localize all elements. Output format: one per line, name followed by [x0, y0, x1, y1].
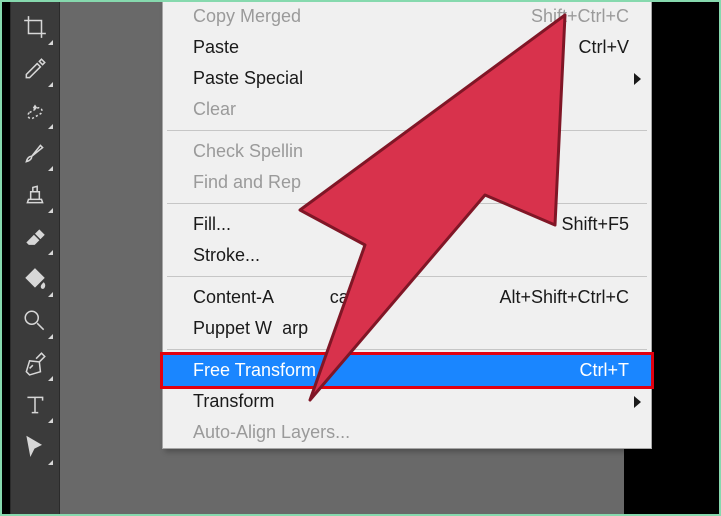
menu-item-stroke[interactable]: Stroke...	[163, 240, 651, 271]
menu-label: Copy Merged	[193, 6, 301, 27]
menu-label: Paste Special	[193, 68, 303, 89]
menu-separator	[167, 203, 647, 204]
menu-label: Fill...	[193, 214, 231, 235]
menu-label: Content-Aware Scale	[193, 287, 363, 308]
menu-label: Transform	[193, 391, 274, 412]
submenu-arrow-icon	[634, 396, 641, 408]
menu-shortcut: Alt+Shift+Ctrl+C	[499, 287, 629, 308]
menu-item-fill[interactable]: Fill... Shift+F5	[163, 209, 651, 240]
menu-item-clear[interactable]: Clear	[163, 94, 651, 125]
clone-stamp-tool[interactable]	[14, 174, 56, 216]
submenu-arrow-icon	[634, 73, 641, 85]
menu-item-puppet-warp[interactable]: Puppet W_arp	[163, 313, 651, 344]
brush-tool[interactable]	[14, 132, 56, 174]
eyedropper-tool[interactable]	[14, 48, 56, 90]
menu-item-find-replace[interactable]: Find and Rep	[163, 167, 651, 198]
menu-item-auto-align-layers[interactable]: Auto-Align Layers...	[163, 417, 651, 448]
menu-item-paste[interactable]: Paste Ctrl+V	[163, 32, 651, 63]
menu-label: Check Spellin	[193, 141, 303, 162]
menu-item-free-transform[interactable]: Free Transform Ctrl+T	[160, 352, 654, 389]
menu-item-check-spelling[interactable]: Check Spellin	[163, 136, 651, 167]
menu-item-copy-merged[interactable]: Copy Merged Shift+Ctrl+C	[163, 1, 651, 32]
menu-label: Puppet W_arp	[193, 318, 308, 339]
menu-item-paste-special[interactable]: Paste Special	[163, 63, 651, 94]
menu-shortcut: Shift+F5	[561, 214, 629, 235]
menu-shortcut: Ctrl+V	[578, 37, 629, 58]
eraser-tool[interactable]	[14, 216, 56, 258]
menu-label: Stroke...	[193, 245, 260, 266]
menu-label: Free Transform	[193, 360, 316, 381]
type-tool[interactable]	[14, 384, 56, 426]
healing-brush-tool[interactable]	[14, 90, 56, 132]
dodge-tool[interactable]	[14, 300, 56, 342]
tools-panel	[10, 0, 60, 516]
paint-bucket-tool[interactable]	[14, 258, 56, 300]
menu-separator	[167, 349, 647, 350]
crop-tool[interactable]	[14, 6, 56, 48]
menu-separator	[167, 276, 647, 277]
menu-item-transform[interactable]: Transform	[163, 386, 651, 417]
menu-separator	[167, 130, 647, 131]
menu-item-content-aware-scale[interactable]: Content-Aware Scale Alt+Shift+Ctrl+C	[163, 282, 651, 313]
pen-tool[interactable]	[14, 342, 56, 384]
menu-label: Find and Rep	[193, 172, 301, 193]
menu-label: Paste	[193, 37, 239, 58]
menu-label: Clear	[193, 99, 236, 120]
edit-menu-dropdown: Copy Merged Shift+Ctrl+C Paste Ctrl+V Pa…	[162, 0, 652, 449]
menu-label: Auto-Align Layers...	[193, 422, 350, 443]
menu-shortcut: Shift+Ctrl+C	[531, 6, 629, 27]
path-selection-tool[interactable]	[14, 426, 56, 468]
menu-shortcut: Ctrl+T	[580, 360, 630, 381]
